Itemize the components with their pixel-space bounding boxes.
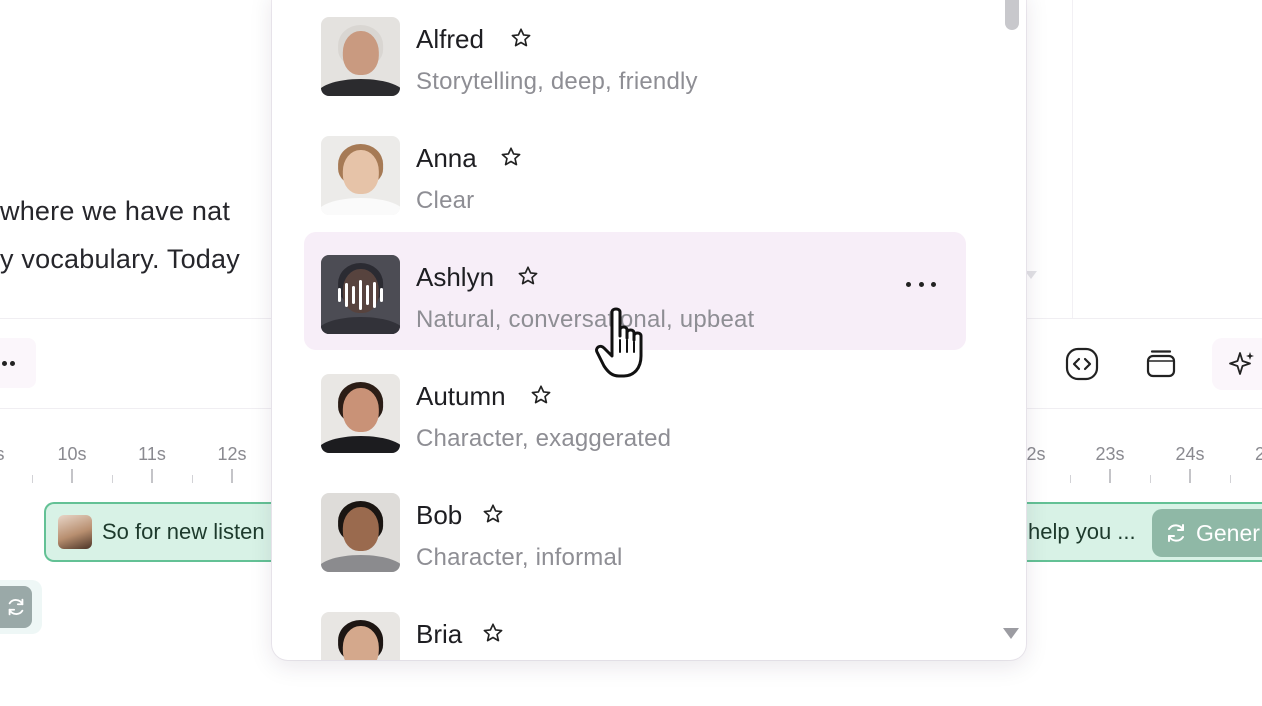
voice-avatar bbox=[321, 136, 400, 215]
voice-avatar bbox=[321, 17, 400, 96]
voice-description: Storytelling, deep, friendly bbox=[416, 68, 698, 95]
voice-item-autumn[interactable]: Autumn Character, exaggerated bbox=[304, 351, 966, 469]
audio-clip[interactable]: So for new listen bbox=[44, 502, 304, 562]
voice-name: Anna bbox=[416, 143, 477, 173]
script-text-line[interactable]: y vocabulary. Today bbox=[0, 244, 240, 275]
dropdown-scrollbar[interactable] bbox=[1005, 0, 1019, 30]
timeline-tick-label: 2s bbox=[1026, 444, 1046, 464]
clip-text: help you ... bbox=[1028, 519, 1136, 544]
star-icon[interactable] bbox=[482, 622, 504, 644]
layers-icon bbox=[1146, 350, 1176, 378]
refresh-icon bbox=[1168, 524, 1184, 542]
generate-button[interactable]: Gener bbox=[1152, 509, 1262, 557]
tick-mark bbox=[1189, 469, 1191, 483]
voice-description: Clear bbox=[416, 187, 475, 214]
tick-mark bbox=[151, 469, 153, 483]
tick-mark bbox=[1109, 469, 1111, 483]
timeline-tick-label: 2 bbox=[1254, 444, 1262, 464]
voice-name: Alfred bbox=[416, 24, 484, 54]
ai-assist-button[interactable] bbox=[1212, 338, 1262, 390]
voice-name: Ashlyn bbox=[416, 262, 495, 292]
layers-button[interactable] bbox=[1141, 344, 1181, 384]
timeline-tick-label: 11s bbox=[138, 444, 166, 464]
voice-item-anna[interactable]: Anna Clear bbox=[304, 113, 966, 231]
tick-mark bbox=[231, 469, 233, 483]
scroll-down-arrow-icon[interactable] bbox=[1003, 628, 1019, 639]
panel-divider bbox=[1072, 0, 1073, 318]
clip-text: So for new listen bbox=[102, 519, 265, 544]
voice-avatar bbox=[321, 255, 400, 334]
audio-wave-icon bbox=[321, 255, 400, 334]
star-icon[interactable] bbox=[517, 265, 539, 287]
voice-avatar bbox=[321, 374, 400, 453]
embed-code-button[interactable] bbox=[1062, 344, 1102, 384]
voice-name: Autumn bbox=[416, 381, 506, 411]
timeline-tick-label: s bbox=[0, 444, 5, 464]
collapse-arrow-icon bbox=[1025, 271, 1037, 279]
voice-name: Bob bbox=[416, 500, 463, 530]
dot bbox=[906, 281, 911, 287]
voice-item-bob[interactable]: Bob Character, informal bbox=[304, 470, 966, 588]
voice-item-bria[interactable]: Bria bbox=[304, 589, 966, 660]
dot bbox=[931, 281, 936, 287]
star-icon[interactable] bbox=[500, 146, 522, 168]
tick-mark bbox=[1150, 475, 1151, 483]
timeline-tick-label: 23s bbox=[1095, 444, 1125, 464]
tick-mark bbox=[1230, 475, 1231, 483]
voice-description: Character, informal bbox=[416, 544, 623, 571]
tick-mark bbox=[71, 469, 73, 483]
star-icon[interactable] bbox=[482, 503, 504, 525]
tick-mark bbox=[1070, 475, 1071, 483]
tick-mark bbox=[32, 475, 33, 483]
code-icon bbox=[1065, 347, 1099, 381]
timeline-tick-label: 12s bbox=[217, 444, 247, 464]
voice-picker-dropdown[interactable]: Alfred Storytelling, deep, friendly Anna… bbox=[272, 0, 1026, 660]
tick-mark bbox=[112, 475, 113, 483]
timeline-tick-label: 10s bbox=[57, 444, 87, 464]
star-icon[interactable] bbox=[510, 27, 532, 49]
dot bbox=[918, 281, 924, 287]
voice-item-ashlyn[interactable]: Ashlyn Natural, conversational, upbeat bbox=[304, 232, 966, 350]
voice-description: Character, exaggerated bbox=[416, 425, 672, 452]
voice-avatar bbox=[321, 493, 400, 572]
script-text-line[interactable]: where we have nat bbox=[0, 196, 230, 227]
refresh-icon bbox=[8, 598, 24, 616]
voice-item-alfred[interactable]: Alfred Storytelling, deep, friendly bbox=[304, 0, 966, 112]
voice-avatar bbox=[321, 612, 400, 660]
sparkle-icon bbox=[1229, 352, 1254, 375]
dot bbox=[2, 360, 7, 366]
voice-name: Bria bbox=[416, 619, 463, 649]
timeline-tick-label: 24s bbox=[1175, 444, 1205, 464]
regenerate-button[interactable] bbox=[0, 580, 42, 634]
voice-description: Natural, conversational, upbeat bbox=[416, 306, 755, 333]
star-icon[interactable] bbox=[530, 384, 552, 406]
tick-mark bbox=[192, 475, 193, 483]
more-options-button[interactable] bbox=[0, 338, 36, 388]
voice-more-button[interactable] bbox=[906, 272, 936, 296]
dot bbox=[10, 360, 15, 366]
generate-label: Gener bbox=[1196, 519, 1260, 546]
speaker-avatar bbox=[58, 515, 92, 549]
